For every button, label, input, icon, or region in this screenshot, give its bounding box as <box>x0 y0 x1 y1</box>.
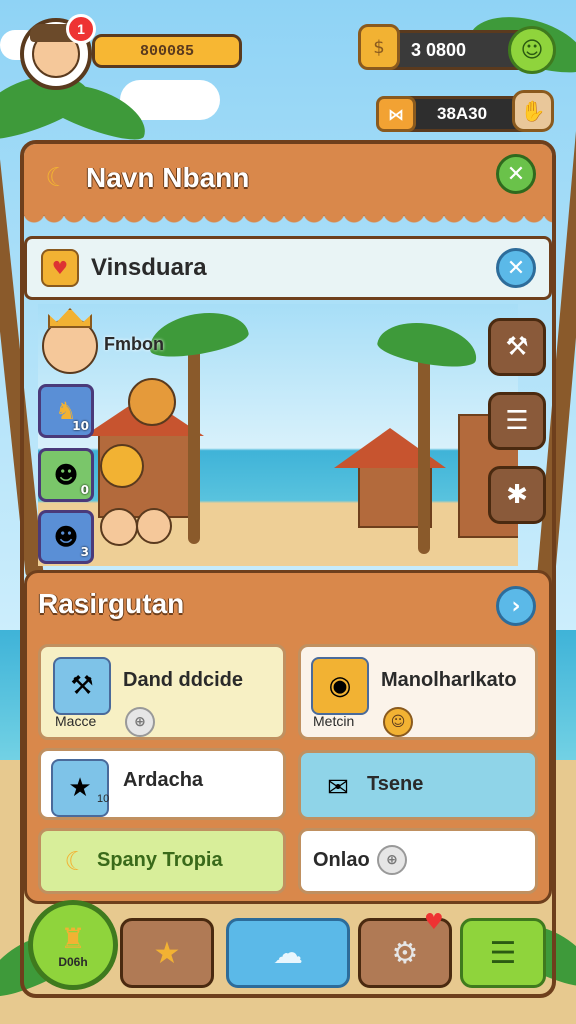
resource-card[interactable]: ★ Ardacha 10 <box>38 748 286 820</box>
quests-button[interactable]: ★ <box>120 918 214 988</box>
chat-bubble-icon: ☁ <box>273 935 303 971</box>
villager-icon: ☻ <box>53 461 79 489</box>
notification-badge[interactable]: 1 <box>66 14 96 44</box>
close-location-button[interactable]: ✕ <box>496 248 536 288</box>
resource-card[interactable]: ◉ Manolharlkato Metcin ☺ <box>298 644 538 740</box>
close-dialog-button[interactable]: ✕ <box>496 154 536 194</box>
location-name: Vinsduara <box>91 254 207 281</box>
slot-count: 10 <box>72 419 89 433</box>
ticket-icon: ⋈ <box>376 96 416 132</box>
palm-trunk <box>188 344 200 544</box>
resources-title: Rasirgutan <box>38 588 185 619</box>
card-title: Dand ddcide <box>123 669 244 691</box>
banana-icon: ☾ <box>64 847 88 877</box>
star-icon: ★ <box>51 759 109 817</box>
palm-leaf <box>375 315 481 373</box>
add-currency-button[interactable]: ☺ <box>508 26 556 74</box>
villager-character[interactable] <box>136 508 172 544</box>
home-label: D06h <box>58 954 88 969</box>
home-button[interactable]: ♜ D06h <box>28 900 118 990</box>
card-title: Tsene <box>367 773 424 795</box>
smile-coin-icon[interactable]: ☺ <box>383 707 413 737</box>
gear-icon: ⚙ <box>391 935 419 971</box>
location-bar: ♥ Vinsduara <box>24 236 552 300</box>
share-icon: ✱ <box>506 480 528 510</box>
dialog-title-bar: ☾ Navn Nbann <box>24 144 552 216</box>
card-title: Spany Tropia <box>97 849 223 871</box>
leader-portrait[interactable] <box>42 318 98 374</box>
hammer-icon: ⚒ <box>53 657 111 715</box>
menu-button[interactable]: ☰ <box>460 918 546 988</box>
gift-icon: ✉ <box>327 773 349 803</box>
info-icon[interactable]: ⊕ <box>377 845 407 875</box>
info-icon[interactable]: ⊕ <box>125 707 155 737</box>
villager-character[interactable] <box>100 444 144 488</box>
list-icon: ☰ <box>505 406 529 436</box>
xp-bar: 800085 <box>92 34 242 68</box>
resource-card[interactable]: ⚒ Dand ddcide Macce ⊕ <box>38 644 286 740</box>
heart-map-icon: ♥ <box>41 249 79 287</box>
menu-icon: ☰ <box>489 935 517 971</box>
unit-slot[interactable]: ♞ 10 <box>38 384 94 438</box>
top-bar: 1 800085 3 0800 $ ☺ 38A30 ⋈ ✋ <box>0 0 576 140</box>
villager-character[interactable] <box>128 378 176 426</box>
bag-icon[interactable]: ✋ <box>512 90 554 132</box>
card-title: Manolharlkato <box>381 669 517 691</box>
next-page-button[interactable]: › <box>496 586 536 626</box>
resource-card[interactable]: ✉ Tsene <box>298 750 538 820</box>
share-button[interactable]: ✱ <box>488 466 546 524</box>
tools-icon: ⚒ <box>505 332 529 362</box>
heart-icon: ♥ <box>424 910 444 935</box>
dialog-title: Navn Nbann <box>86 162 250 193</box>
card-title: Onlao <box>313 849 370 871</box>
star-icon: ★ <box>153 935 181 971</box>
card-subtitle: Metcin <box>313 713 355 729</box>
unit-slot[interactable]: ☻ 3 <box>38 510 94 564</box>
coin-icon: $ <box>358 24 400 70</box>
unit-slot[interactable]: ☻ 0 <box>38 448 94 502</box>
drum-icon: ◉ <box>311 657 369 715</box>
banana-icon: ☾ <box>45 163 69 193</box>
palm-trunk <box>418 354 430 554</box>
slot-count: 3 <box>80 545 89 559</box>
list-button[interactable]: ☰ <box>488 392 546 450</box>
resource-card[interactable]: Onlao ⊕ <box>298 828 538 894</box>
slot-count: 0 <box>80 483 89 497</box>
card-subtitle: 10 <box>97 793 110 805</box>
bell-icon: ♜ <box>60 921 86 955</box>
shop-button[interactable]: ☁ <box>226 918 350 988</box>
resource-card[interactable]: ☾ Spany Tropia <box>38 828 286 894</box>
villager-icon: ☻ <box>53 523 79 551</box>
leader-name: Fmbon <box>104 334 164 354</box>
card-title: Ardacha <box>123 769 204 791</box>
card-subtitle: Macce <box>55 713 97 729</box>
awning-decoration <box>24 212 552 234</box>
villager-character[interactable] <box>100 508 138 546</box>
tools-button[interactable]: ⚒ <box>488 318 546 376</box>
